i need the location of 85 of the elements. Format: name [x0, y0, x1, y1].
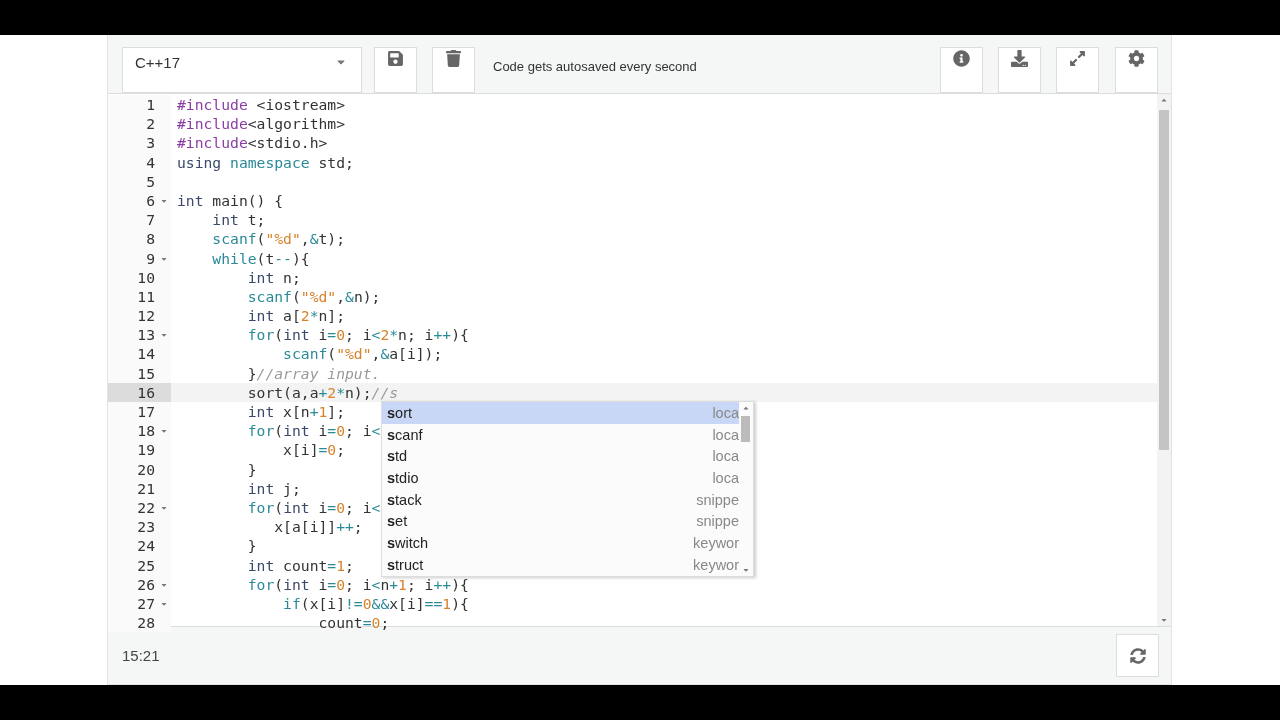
code-line: for(int i=0; i<	[246, 421, 381, 441]
code-line: for(int i=0; i<	[246, 497, 381, 518]
line-number: 10	[137, 267, 155, 287]
code-line: #include <iostream>	[176, 95, 346, 115]
info-button[interactable]	[940, 47, 983, 93]
line-number: 28	[137, 613, 155, 633]
suggestion-item[interactable]: stdio loca	[382, 467, 739, 489]
code-line: for(int i=0; i<2*n; i++){	[246, 325, 469, 345]
line-number: 21	[137, 478, 155, 498]
line-number: 13	[137, 325, 155, 345]
code-line: }	[246, 536, 257, 556]
line-number: 26	[137, 574, 155, 594]
line-number: 17	[137, 402, 155, 422]
expand-icon	[1069, 50, 1086, 67]
delete-button[interactable]	[432, 47, 475, 93]
line-number: 22	[137, 497, 155, 518]
line-number: 20	[137, 459, 155, 479]
suggestion-item[interactable]: scanf loca	[382, 423, 739, 446]
line-number: 3	[146, 133, 155, 153]
scroll-up-icon[interactable]	[1160, 96, 1168, 104]
code-line: for(int i=0; i<n+1; i++){	[246, 574, 469, 594]
line-number: 5	[146, 171, 155, 191]
code-line: int j;	[246, 478, 301, 498]
line-number: 19	[137, 440, 155, 460]
line-number: 2	[146, 114, 155, 134]
suggestion-item[interactable]: switch keywor	[382, 532, 739, 554]
line-number: 16	[137, 382, 155, 402]
scroll-up-icon[interactable]	[742, 404, 750, 412]
line-number: 24	[137, 536, 155, 556]
code-line: while(t--){	[211, 248, 310, 268]
line-number: 4	[146, 152, 155, 172]
suggestion-item[interactable]: stack snippe	[382, 488, 739, 511]
line-number: 12	[137, 306, 155, 326]
info-icon	[953, 50, 970, 67]
code-line: int a[2*n];	[246, 306, 346, 326]
line-number: 15	[137, 363, 155, 383]
code-line: int main() {	[176, 190, 284, 211]
code-line: }//array input.	[246, 363, 381, 383]
settings-icon	[1128, 50, 1145, 67]
code-line: int count=1;	[246, 555, 354, 575]
scroll-thumb[interactable]	[741, 416, 750, 442]
code-line: if(x[i]!=0&&x[i]==1){	[282, 593, 469, 614]
trash-icon	[445, 50, 462, 67]
refresh-button[interactable]	[1116, 634, 1159, 677]
line-number: 6	[146, 190, 155, 211]
scroll-down-icon[interactable]	[1160, 616, 1168, 624]
code-line: #include<stdio.h>	[176, 133, 328, 153]
code-line: scanf("%d",&a[i]);	[282, 344, 443, 364]
save-button[interactable]	[374, 47, 417, 93]
settings-button[interactable]	[1115, 47, 1158, 93]
code-line: sort(a,a+2*n);//s	[246, 382, 399, 402]
code-line: scanf("%d",&t);	[211, 229, 346, 249]
code-line: int t;	[211, 210, 266, 230]
timer: 15:21	[122, 647, 160, 664]
suggestion-item[interactable]: sort loca	[382, 402, 739, 424]
code-line: count=0;	[317, 613, 390, 633]
line-number: 11	[137, 286, 155, 307]
scrollbar[interactable]	[1157, 94, 1171, 626]
download-icon	[1011, 50, 1028, 67]
scroll-down-icon[interactable]	[742, 566, 750, 574]
line-number: 9	[146, 248, 155, 268]
code-line: x[i]=0;	[282, 440, 345, 460]
code-line: x[a[i]]++;	[273, 517, 363, 537]
code-line: }	[246, 459, 257, 479]
code-line: int n;	[246, 267, 301, 287]
suggestion-item[interactable]: std loca	[382, 445, 739, 468]
code-line: #include<algorithm>	[176, 114, 346, 134]
line-number: 14	[137, 344, 155, 364]
autosave-note: Code gets autosaved every second	[493, 59, 698, 74]
line-number: 7	[146, 210, 155, 230]
suggestion-item[interactable]: struct keywor	[382, 553, 739, 576]
code-line: using namespace std;	[176, 152, 354, 172]
suggestion-item[interactable]: set snippe	[382, 510, 739, 533]
language-select[interactable]: C++17	[122, 47, 362, 93]
code-line: scanf("%d",&n);	[246, 286, 381, 307]
line-number: 23	[137, 517, 155, 537]
line-number: 27	[137, 593, 155, 614]
line-number: 8	[146, 229, 155, 249]
line-number: 1	[146, 95, 155, 115]
refresh-icon	[1129, 647, 1146, 664]
line-number: 25	[137, 555, 155, 575]
line-number: 18	[137, 421, 155, 441]
code-line: int x[n+1];	[246, 402, 346, 422]
fullscreen-button[interactable]	[1056, 47, 1099, 93]
download-button[interactable]	[998, 47, 1041, 93]
